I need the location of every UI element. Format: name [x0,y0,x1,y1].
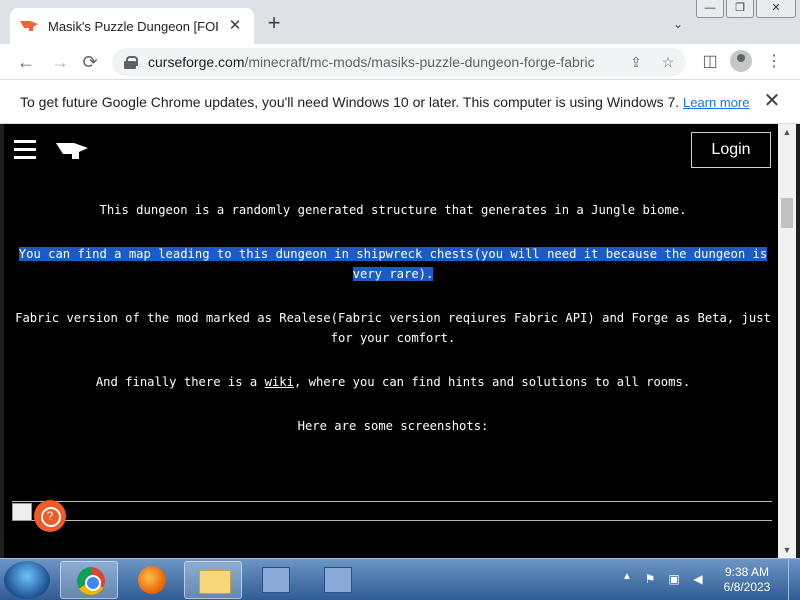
learn-more-link[interactable]: Learn more [683,95,749,110]
back-button[interactable]: ← [14,50,38,74]
chrome-icon [77,567,105,595]
forward-button[interactable]: → [48,50,72,74]
share-icon[interactable]: ⇪ [626,52,646,72]
browser-tab[interactable]: Masik's Puzzle Dungeon [FORGE ✕ [10,8,254,44]
minimize-button[interactable]: — [696,0,724,18]
taskbar-firefox[interactable] [122,561,180,599]
clock-date: 6/8/2023 [723,580,771,594]
description-paragraph-selected: You can find a map leading to this dunge… [12,244,774,284]
folder-icon [199,570,231,594]
windows-taskbar: ▲ ⚑ ▣ ◀ 9:38 AM 6/8/2023 [0,558,800,600]
profile-icon[interactable] [730,50,752,72]
login-button[interactable]: Login [691,132,771,168]
network-app-icon [262,567,290,593]
hamburger-icon[interactable] [14,140,36,159]
url-text[interactable]: curseforge.com/minecraft/mc-mods/masiks-… [148,54,618,70]
window-controls: — ❐ ✕ [696,0,796,20]
infobar-message: To get future Google Chrome updates, you… [20,94,680,110]
selected-text: You can find a map leading to this dunge… [18,247,768,281]
curseforge-logo[interactable] [56,140,88,162]
reload-button[interactable]: ⟳ [78,50,102,74]
tab-close-icon[interactable]: ✕ [226,17,244,35]
page-scrollbar[interactable]: ▲ ▼ [778,124,796,558]
screenshots-heading: Here are some screenshots: [297,419,489,433]
firefox-icon [138,566,166,594]
tab-search-icon[interactable]: ⌄ [668,14,688,34]
lock-icon[interactable] [124,55,138,69]
taskbar-app-2[interactable] [308,561,366,599]
address-bar[interactable]: curseforge.com/minecraft/mc-mods/masiks-… [112,48,686,76]
system-clock[interactable]: 9:38 AM 6/8/2023 [712,565,782,595]
image-frame [12,501,772,521]
wiki-sentence-end: , where you can find hints and solutions… [293,375,691,389]
scroll-down-arrow-icon[interactable]: ▼ [778,542,796,558]
infobar-close-icon[interactable]: ✕ [762,90,782,112]
tray-expand-icon[interactable]: ▲ [622,571,632,582]
taskbar-app-1[interactable] [246,561,304,599]
description-paragraph: And finally there is a wiki, where you c… [12,372,774,392]
wiki-link[interactable]: wiki [265,375,294,389]
show-desktop-button[interactable] [788,559,800,600]
start-button[interactable] [4,561,50,599]
new-tab-button[interactable]: + [262,12,286,36]
side-panel-icon[interactable]: ◫ [698,50,722,74]
broken-image-icon [12,503,32,521]
action-center-icon[interactable]: ⚑ [642,571,658,587]
restore-button[interactable]: ❐ [726,0,754,18]
star-icon[interactable]: ☆ [658,52,678,72]
menu-icon[interactable]: ⋮ [762,50,786,74]
volume-icon[interactable]: ◀ [690,571,706,587]
taskbar-explorer[interactable] [184,561,242,599]
help-button[interactable]: ? [34,500,66,532]
scroll-up-arrow-icon[interactable]: ▲ [778,124,796,140]
network-icon[interactable]: ▣ [666,571,682,587]
tab-title: Masik's Puzzle Dungeon [FORGE [48,18,218,34]
wiki-sentence-start: And finally there is a [95,375,265,389]
browser-toolbar: ← → ⟳ curseforge.com/minecraft/mc-mods/m… [0,44,800,80]
page-content: Login This dungeon is a randomly generat… [4,124,778,558]
help-icon: ? [46,509,54,523]
url-host: curseforge.com [148,54,245,70]
update-infobar: To get future Google Chrome updates, you… [0,80,800,124]
network-app-icon [324,567,352,593]
description-paragraph: This dungeon is a randomly generated str… [99,203,687,217]
taskbar-chrome[interactable] [60,561,118,599]
tab-bar: Masik's Puzzle Dungeon [FORGE ✕ + ⌄ — ❐ … [0,0,800,44]
url-path: /minecraft/mc-mods/masiks-puzzle-dungeon… [244,54,595,70]
close-window-button[interactable]: ✕ [756,0,796,18]
mod-description: This dungeon is a randomly generated str… [12,200,774,460]
scroll-thumb[interactable] [781,198,793,228]
description-paragraph: Fabric version of the mod marked as Real… [15,311,771,345]
clock-time: 9:38 AM [724,565,770,579]
curseforge-favicon-icon [20,21,38,31]
